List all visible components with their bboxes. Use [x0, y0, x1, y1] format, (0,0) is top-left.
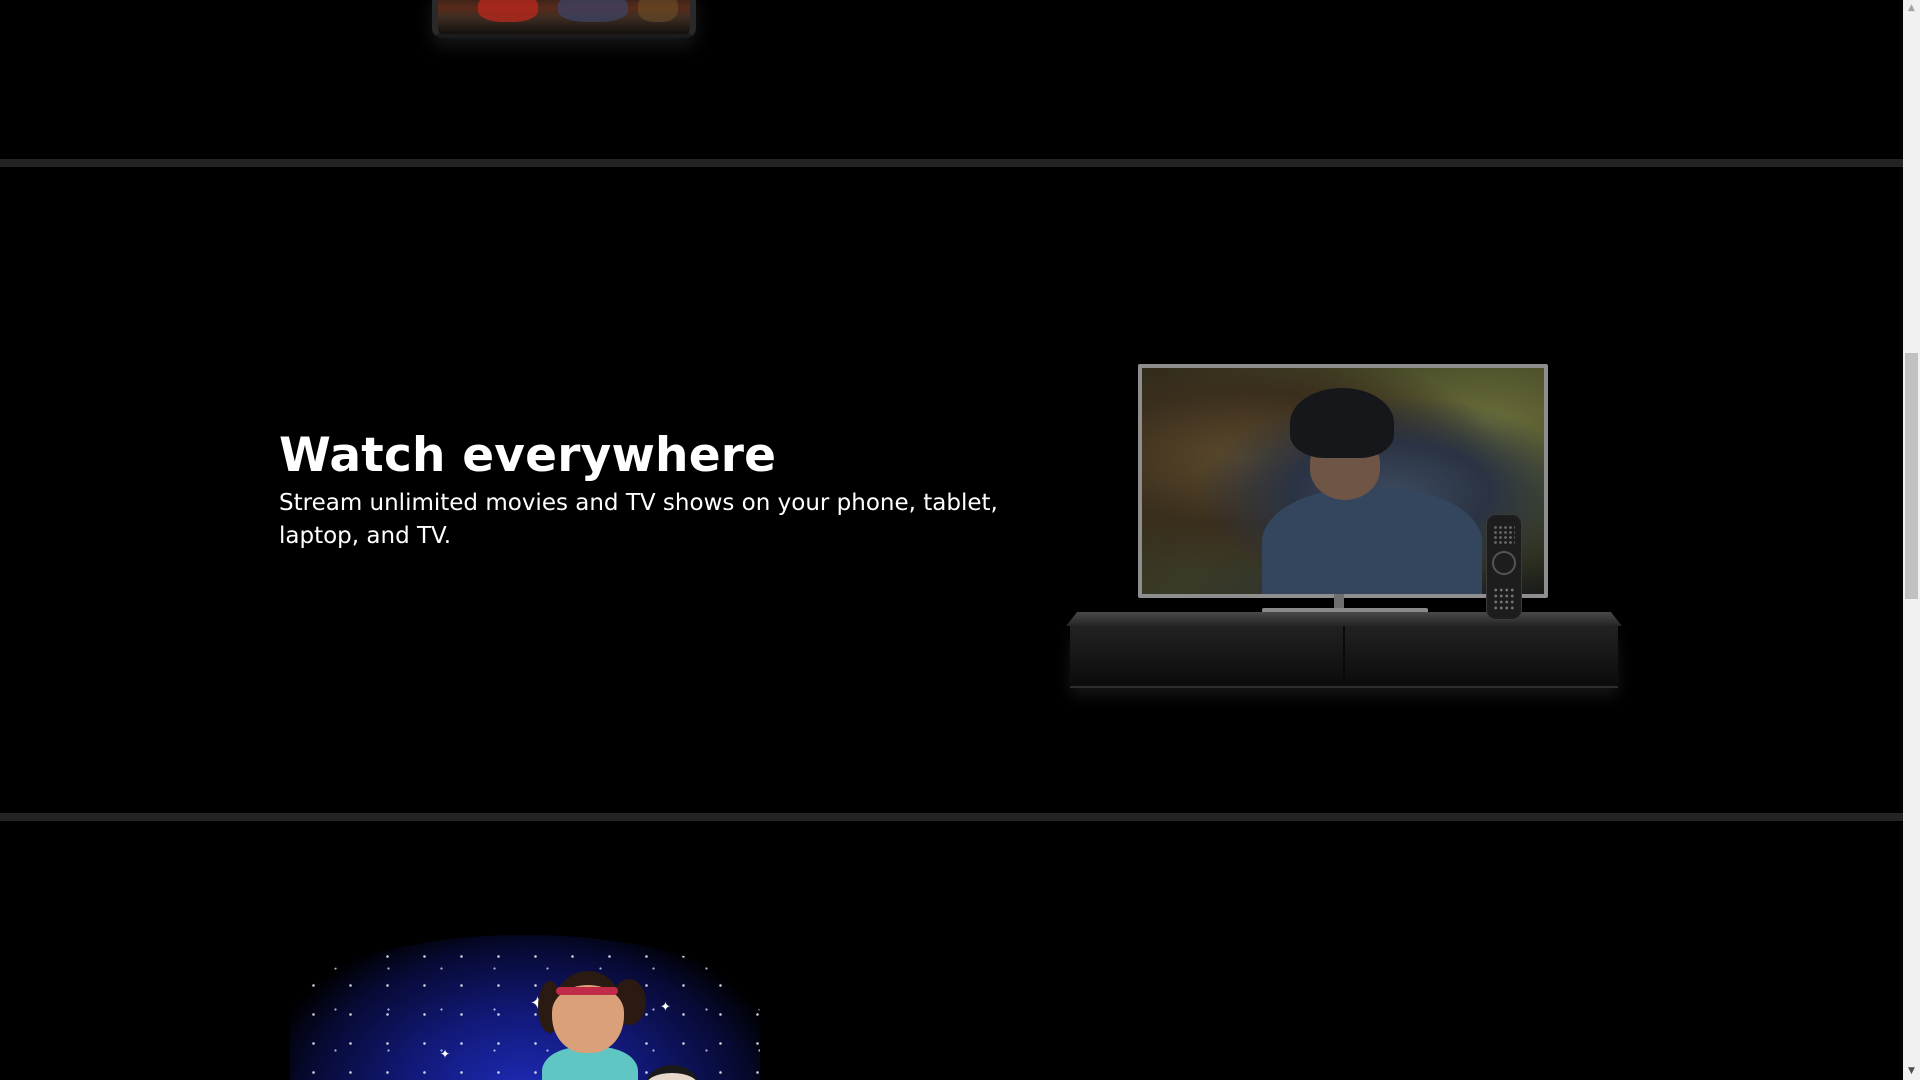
scroll-up-arrow-icon[interactable]: ▲: [1903, 0, 1920, 17]
sparkle-icon: ✦: [660, 1000, 671, 1015]
remote-buttons: [1493, 587, 1515, 611]
phone-image-color: [558, 0, 628, 22]
sparkle-icon: ✦: [440, 1047, 451, 1061]
vertical-scrollbar[interactable]: ▲ ▼: [1903, 0, 1920, 1080]
scroll-down-arrow-icon[interactable]: ▼: [1903, 1063, 1920, 1080]
stars-background: [290, 935, 760, 1080]
section-divider: [0, 813, 1903, 821]
section-subheading: Stream unlimited movies and TV shows on …: [279, 490, 998, 549]
tv-console-edge: [1070, 686, 1618, 688]
scrollbar-thumb[interactable]: [1905, 353, 1918, 599]
kid-character-headband: [556, 987, 618, 995]
remote-icon: [1486, 514, 1522, 620]
tv-image: [1066, 364, 1626, 704]
tv-figure-turban: [1290, 388, 1394, 458]
kids-profile-section: ✦ ✦ ✦ ✦: [0, 821, 1903, 1080]
phone-image-color: [478, 0, 538, 22]
tv-console: [1070, 626, 1618, 688]
tv-console-seam: [1343, 626, 1345, 686]
remote-dpad: [1492, 551, 1516, 575]
watch-everywhere-section: Watch everywhere Stream unlimited movies…: [0, 167, 1903, 813]
section-heading: Watch everywhere: [279, 428, 777, 483]
kids-profile-image: ✦ ✦ ✦ ✦: [290, 935, 760, 1080]
remote-buttons: [1493, 525, 1515, 545]
phone-image: [432, 0, 696, 38]
kid-character-head: [552, 971, 624, 1053]
phone-image-color: [638, 0, 678, 22]
tv-stand: [1334, 594, 1344, 608]
section-divider: [0, 159, 1903, 167]
tv-console-top: [1066, 612, 1622, 626]
tv-figure-body: [1262, 488, 1482, 594]
mobile-download-section: [0, 0, 1903, 159]
watch-everywhere-text: Watch everywhere Stream unlimited movies…: [279, 427, 1079, 553]
page: Watch everywhere Stream unlimited movies…: [0, 0, 1903, 1080]
